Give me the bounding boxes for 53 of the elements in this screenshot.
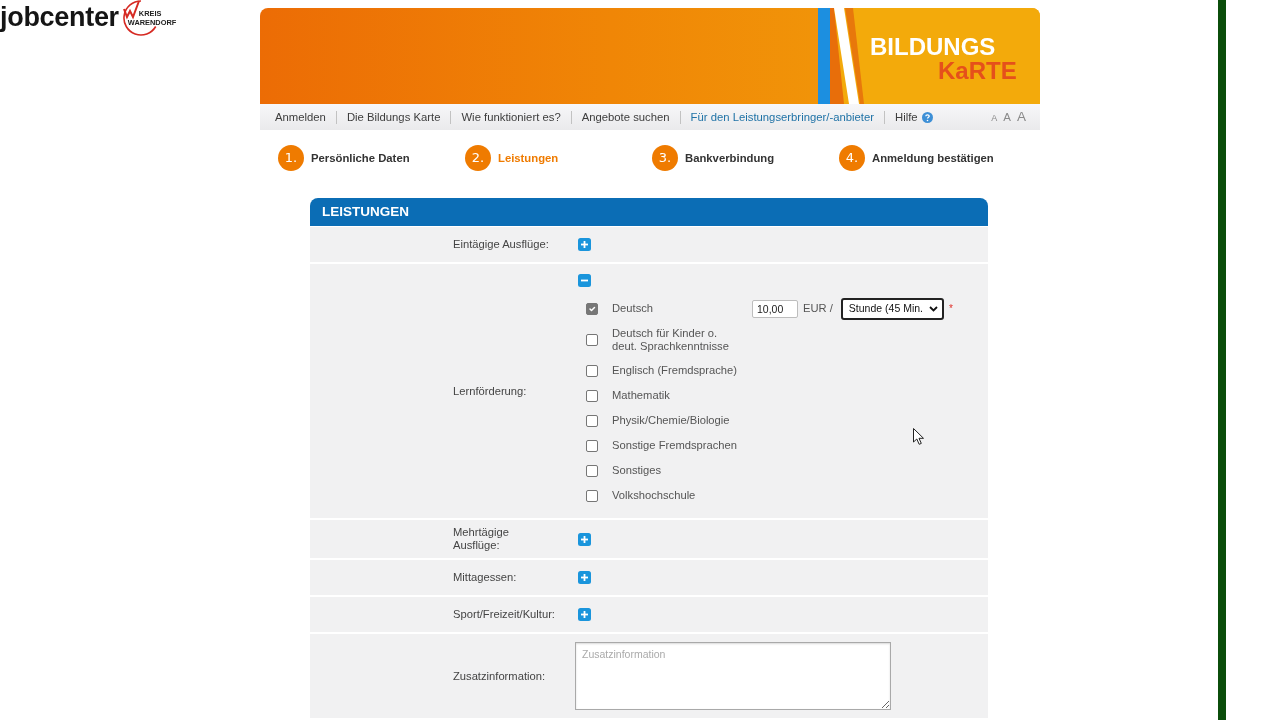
nav-link[interactable]: Anmelden [275, 110, 336, 124]
expand-icon[interactable] [578, 608, 591, 621]
checkbox[interactable] [586, 302, 598, 315]
step-number: 4. [839, 145, 865, 171]
field-label: Lernförderung: [453, 383, 528, 399]
checkbox[interactable] [586, 489, 598, 502]
field-label: Sport/Freizeit/Kultur: [453, 607, 556, 622]
checkbox[interactable] [586, 389, 598, 402]
currency-label: EUR / [803, 301, 833, 317]
chevron-down-icon [929, 305, 938, 312]
expand-icon[interactable] [578, 571, 591, 584]
step-label: Leistungen [498, 150, 559, 166]
collapse-icon[interactable] [578, 274, 591, 287]
nav-link[interactable]: Wie funktioniert es? [450, 110, 571, 124]
option-label: Sonstige Fremdsprachen [612, 438, 738, 454]
expand-icon[interactable] [578, 532, 591, 546]
option-label: Mathematik [612, 388, 671, 404]
step-number: 2. [465, 145, 491, 171]
field-label: Eintägige Ausflüge: [453, 237, 550, 252]
option-label: Deutsch für Kinder o. deut. Sprachkenntnisse [612, 326, 730, 354]
option-label: Volkshochschule [612, 488, 697, 504]
step-label: Bankverbindung [685, 150, 775, 166]
checkbox[interactable] [586, 464, 598, 477]
step-label: Persönliche Daten [311, 150, 410, 166]
nav-link[interactable]: Angebote suchen [570, 110, 680, 124]
unit-select[interactable]: Stunde (45 Min. [840, 297, 944, 320]
option-label: Sonstiges [612, 463, 663, 479]
field-label: Mittagessen: [453, 570, 518, 585]
option-label: Physik/Chemie/Biologie [612, 413, 731, 429]
field-label: Zusatzinformation: [453, 668, 547, 684]
logo-text: jobcenter [0, 2, 119, 32]
banner-title-text: BILDUNGS [870, 35, 996, 59]
expand-icon[interactable] [578, 238, 591, 251]
price-input[interactable]: 10,00 [752, 299, 798, 318]
step-label: Anmeldung bestätigen [872, 150, 994, 166]
option-label: Englisch (Fremdsprache) [612, 363, 738, 379]
nav-link[interactable]: Die Bildungs Karte [335, 110, 451, 124]
checkbox[interactable] [586, 333, 598, 346]
step-number: 1. [278, 145, 304, 171]
mouse-pointer-icon [913, 428, 925, 445]
checkbox[interactable] [586, 439, 598, 452]
checkbox[interactable] [586, 414, 598, 427]
additional-info-field[interactable]: Zusatzinformation [575, 642, 891, 710]
option-label: Deutsch [612, 301, 655, 317]
required-mark: * [949, 303, 953, 314]
checkbox[interactable] [586, 364, 598, 377]
field-label: Mehrtägige Ausflüge: [453, 525, 510, 553]
nav-link[interactable]: Für den Leistungserbringer/-anbieter [679, 110, 884, 124]
step-number: 3. [652, 145, 678, 171]
banner-title-text: KaRTE [938, 59, 1017, 83]
help-icon [921, 111, 933, 123]
nav-link[interactable]: Hilfe [884, 110, 943, 124]
section-header: LEISTUNGEN [310, 198, 988, 226]
